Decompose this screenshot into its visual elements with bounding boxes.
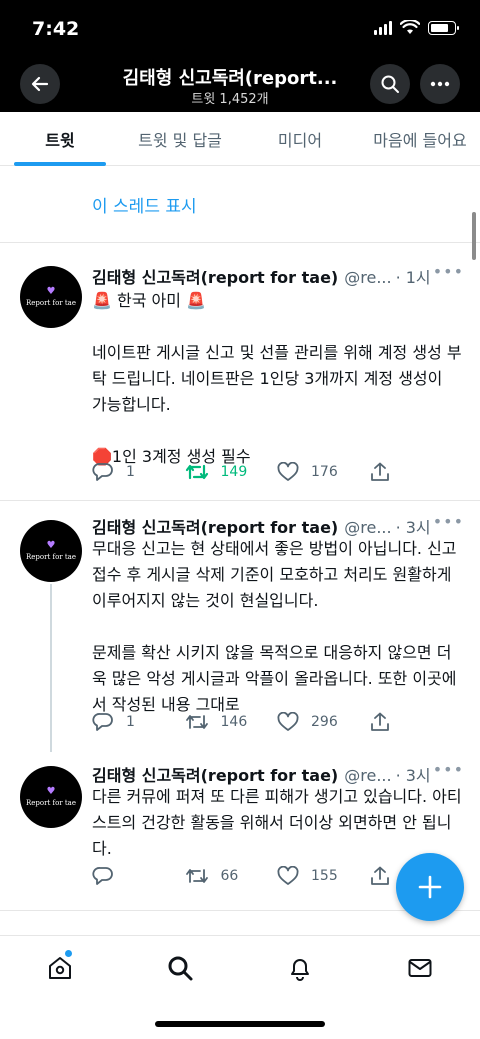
author-handle: @re... [344, 268, 392, 287]
retweet-count: 146 [220, 714, 248, 730]
tweet-header: 김태형 신고독려(report for tae) @re... · 3시 [92, 762, 464, 786]
reply-count: 1 [126, 714, 135, 730]
battery-icon [428, 20, 459, 35]
tweet[interactable]: ♥ Report for tae 김태형 신고독려(report for tae… [0, 512, 480, 752]
retweet-button[interactable]: 66 [185, 866, 278, 886]
reply-button[interactable]: 1 [92, 462, 185, 482]
tweet-time: · 3시 [395, 518, 431, 537]
retweet-button[interactable]: 149 [185, 462, 278, 482]
retweet-button[interactable]: 146 [185, 712, 278, 732]
home-icon [49, 956, 71, 979]
retweet-count: 66 [220, 868, 239, 884]
explore-icon [168, 956, 193, 980]
bell-icon [291, 958, 309, 981]
tweet-count: 트윗 1,452개 [191, 92, 269, 107]
signal-icon [374, 20, 392, 35]
like-icon [277, 866, 299, 885]
search-icon [381, 75, 399, 93]
reply-count: 1 [126, 464, 135, 480]
avatar[interactable]: ♥ Report for tae [20, 266, 82, 328]
tweet-header: 김태형 신고독려(report for tae) @re... · 1시 [92, 264, 464, 288]
profile-title: 김태형 신고독려(report... [122, 68, 338, 89]
retweet-icon [185, 464, 208, 480]
tweet-text: 다른 커뮤에 퍼져 또 다른 피해가 생기고 있습니다. 아티스트의 건강한 활… [92, 787, 462, 858]
tab-media[interactable]: 미디어 [240, 112, 360, 165]
like-button[interactable]: 176 [277, 462, 370, 482]
avatar-text: Report for tae [26, 553, 76, 561]
status-time: 7:42 [32, 18, 80, 40]
like-button[interactable]: 296 [277, 712, 370, 732]
heart-icon: ♥ [46, 286, 56, 297]
tweet-time: · 1시 [395, 268, 431, 287]
reply-button[interactable] [92, 866, 185, 886]
share-icon [370, 866, 389, 885]
back-arrow-icon [31, 76, 49, 92]
tweet-actions: 1 149 176 [92, 460, 462, 484]
like-icon [277, 712, 299, 731]
avatar[interactable]: ♥ Report for tae [20, 766, 82, 828]
nav-home[interactable] [0, 936, 120, 999]
wifi-icon [400, 20, 420, 34]
nav-explore[interactable] [120, 936, 240, 999]
tab-tweets-and-replies[interactable]: 트윗 및 답글 [120, 112, 240, 165]
more-button[interactable] [420, 64, 460, 104]
reply-icon [92, 713, 113, 731]
more-icon [430, 81, 450, 87]
like-count: 155 [311, 868, 338, 884]
tweet-header: 김태형 신고독려(report for tae) @re... · 3시 [92, 514, 464, 538]
divider [0, 242, 480, 243]
heart-icon: ♥ [46, 786, 56, 797]
author-handle: @re... [344, 766, 392, 785]
tab-likes[interactable]: 마음에 들어요 [360, 112, 480, 165]
show-thread-link[interactable]: 이 스레드 표시 [92, 192, 197, 217]
tweet-more-icon[interactable]: ••• [433, 262, 464, 281]
tweet-actions: 1 146 296 [92, 710, 462, 734]
author-name[interactable]: 김태형 신고독려(report for tae) [92, 514, 338, 538]
status-indicators [374, 20, 459, 35]
avatar[interactable]: ♥ Report for tae [20, 520, 82, 582]
tweet-more-icon[interactable]: ••• [433, 512, 464, 531]
author-handle: @re... [344, 518, 392, 537]
nav-notifications[interactable] [240, 936, 360, 999]
scrollbar[interactable] [472, 212, 476, 260]
compose-icon [418, 875, 442, 899]
notification-dot [65, 950, 72, 957]
tweet[interactable]: ♥ Report for tae 김태형 신고독려(report for tae… [0, 260, 480, 500]
share-icon [370, 462, 389, 481]
mail-icon [408, 958, 432, 977]
tweet-time: · 3시 [395, 766, 431, 785]
divider [0, 500, 480, 501]
search-button[interactable] [370, 64, 410, 104]
heart-icon: ♥ [46, 540, 56, 551]
avatar-text: Report for tae [26, 799, 76, 807]
avatar-text: Report for tae [26, 299, 76, 307]
like-button[interactable]: 155 [277, 866, 370, 886]
profile-tabs: 트윗 트윗 및 답글 미디어 마음에 들어요 [0, 112, 480, 166]
retweet-icon [185, 715, 208, 729]
like-icon [277, 462, 299, 481]
share-icon [370, 712, 389, 731]
like-count: 176 [311, 464, 338, 480]
retweet-icon [185, 869, 208, 883]
share-button[interactable] [370, 462, 463, 482]
retweet-count: 149 [220, 464, 248, 480]
bottom-navigation [0, 935, 480, 999]
tab-tweets[interactable]: 트윗 [0, 112, 120, 166]
share-button[interactable] [370, 712, 463, 732]
tweet-text: 무대응 신고는 현 상태에서 좋은 방법이 아닙니다. 신고접수 후 게시글 삭… [92, 539, 457, 714]
back-button[interactable] [20, 64, 60, 104]
tweet-text: 🚨 한국 아미 🚨 네이트판 게시글 신고 및 선플 관리를 위해 계정 생성 … [92, 291, 462, 466]
compose-tweet-button[interactable] [396, 853, 464, 921]
home-indicator [155, 1021, 325, 1027]
top-bar: 7:42 김태형 신고독려(report... 트윗 1,452개 [0, 0, 480, 112]
tweet-more-icon[interactable]: ••• [433, 760, 464, 779]
reply-button[interactable]: 1 [92, 712, 185, 732]
author-name[interactable]: 김태형 신고독려(report for tae) [92, 762, 338, 786]
reply-icon [92, 867, 113, 885]
nav-messages[interactable] [360, 936, 480, 999]
author-name[interactable]: 김태형 신고독려(report for tae) [92, 264, 338, 288]
like-count: 296 [311, 714, 338, 730]
reply-icon [92, 463, 113, 481]
